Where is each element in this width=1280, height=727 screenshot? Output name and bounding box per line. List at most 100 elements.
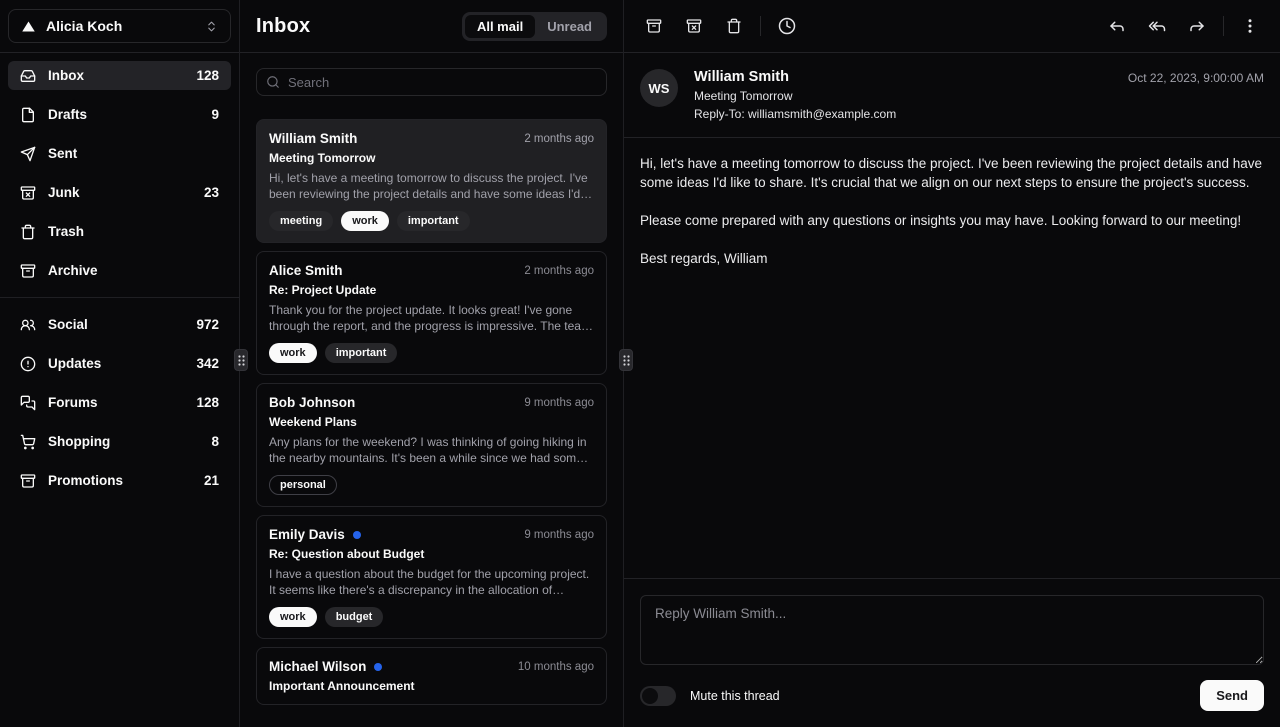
grip-icon (623, 355, 630, 366)
email-item-header: Bob Johnson9 months ago (269, 395, 594, 410)
sidebar-item-label: Social (48, 317, 88, 332)
sidebar-nav-divider (0, 297, 239, 298)
unread-dot (374, 663, 382, 671)
sidebar-item-label: Sent (48, 146, 77, 161)
email-timestamp: 2 months ago (524, 265, 594, 277)
sidebar-item-label: Shopping (48, 434, 110, 449)
toolbar-divider (760, 16, 761, 36)
email-subject: Re: Project Update (269, 283, 594, 297)
sidebar-item-label: Updates (48, 356, 101, 371)
sidebar-item-label: Promotions (48, 473, 123, 488)
send-button[interactable]: Send (1200, 680, 1264, 711)
tab-all-mail[interactable]: All mail (465, 15, 535, 38)
sidebar-item-trash[interactable]: Trash (8, 217, 231, 246)
move-to-trash-button[interactable] (717, 9, 751, 43)
email-item-header: William Smith 2 months ago (269, 131, 594, 146)
tag-badge-work[interactable]: work (269, 607, 317, 627)
tag-badge-important[interactable]: important (325, 343, 398, 363)
email-item-header: Alice Smith 2 months ago (269, 263, 594, 278)
messages-icon (20, 395, 36, 411)
sidebar-item-junk[interactable]: Junk23 (8, 178, 231, 207)
email-timestamp: 2 months ago (524, 133, 594, 145)
reply-button[interactable] (1100, 9, 1134, 43)
email-sender-name: William Smith (269, 131, 357, 146)
email-list-pane: Inbox All mail Unread William Smith 2 mon… (240, 0, 624, 727)
more-vertical-icon (1241, 17, 1259, 35)
archive-button[interactable] (637, 9, 671, 43)
sender-name: William Smith (694, 69, 896, 85)
sidebar-item-archive[interactable]: Archive (8, 256, 231, 285)
reply-to-address: Reply-To: williamsmith@example.com (694, 107, 896, 121)
reply-all-button[interactable] (1140, 9, 1174, 43)
sidebar-item-count: 9 (211, 107, 219, 122)
chevrons-up-down-icon (205, 20, 218, 33)
sidebar-item-social[interactable]: Social 972 (8, 310, 231, 339)
more-options-button[interactable] (1233, 9, 1267, 43)
email-list-item[interactable]: Emily Davis9 months agoRe: Question abou… (256, 515, 607, 639)
grip-icon (238, 355, 245, 366)
trash-icon (726, 18, 742, 34)
email-preview: Thank you for the project update. It loo… (269, 303, 594, 334)
snooze-button[interactable] (770, 9, 804, 43)
unread-dot (353, 531, 361, 539)
avatar: WS (640, 69, 678, 107)
tag-badge-work[interactable]: work (269, 343, 317, 363)
list-resize-handle[interactable] (619, 349, 633, 371)
tag-badge-meeting[interactable]: meeting (269, 211, 333, 231)
body-paragraph: Hi, let's have a meeting tomorrow to dis… (640, 154, 1264, 192)
inbox-icon (20, 68, 36, 84)
account-switcher[interactable]: Alicia Koch (8, 9, 231, 43)
sidebar-item-count: 128 (196, 68, 219, 83)
reply-textarea[interactable] (640, 595, 1264, 665)
file-icon (20, 107, 36, 123)
email-subject: Re: Question about Budget (269, 547, 594, 561)
email-preview: Hi, let's have a meeting tomorrow to dis… (269, 171, 594, 202)
mail-filter-tabs: All mail Unread (462, 12, 607, 41)
forward-icon (1188, 17, 1206, 35)
email-tags: work budget (269, 607, 594, 627)
detail-toolbar (624, 0, 1280, 52)
email-list: William Smith2 months agoMeeting Tomorro… (240, 105, 623, 727)
sidebar-item-sent[interactable]: Sent (8, 139, 231, 168)
switch-knob (642, 688, 658, 704)
search-box (256, 68, 607, 96)
toolbar-divider (1223, 16, 1224, 36)
sidebar: Alicia Koch Inbox128 Drafts9 Sent Junk23 Tra… (0, 0, 240, 727)
sidebar-item-updates[interactable]: Updates 342 (8, 349, 231, 378)
email-list-item[interactable]: William Smith2 months agoMeeting Tomorro… (256, 119, 607, 243)
email-sender-name: Emily Davis (269, 527, 345, 542)
page-title: Inbox (256, 15, 310, 38)
sidebar-item-forums[interactable]: Forums128 (8, 388, 231, 417)
sidebar-item-drafts[interactable]: Drafts9 (8, 100, 231, 129)
tag-badge-important[interactable]: important (397, 211, 470, 231)
sidebar-item-count: 342 (196, 356, 219, 371)
email-list-item[interactable]: Alice Smith 2 months ago Re: Project Updat… (256, 251, 607, 375)
email-sender-name: Alice Smith (269, 263, 343, 278)
reply-all-icon (1148, 17, 1166, 35)
move-to-junk-button[interactable] (677, 9, 711, 43)
tab-unread[interactable]: Unread (535, 15, 604, 38)
sidebar-item-promotions[interactable]: Promotions21 (8, 466, 231, 495)
archive-x-icon (686, 18, 702, 34)
sidebar-item-inbox[interactable]: Inbox128 (8, 61, 231, 90)
email-preview: Any plans for the weekend? I was thinkin… (269, 435, 594, 466)
sidebar-resize-handle[interactable] (234, 349, 248, 371)
forward-button[interactable] (1180, 9, 1214, 43)
clock-icon (778, 17, 796, 35)
mute-thread-switch[interactable] (640, 686, 676, 706)
email-preview: I have a question about the budget for t… (269, 567, 594, 598)
search-input[interactable] (288, 75, 597, 90)
message-body: Hi, let's have a meeting tomorrow to dis… (624, 138, 1280, 578)
sidebar-nav-secondary: Social 972 Updates 342 Forums128 Shopping8 Pro… (0, 302, 239, 503)
email-timestamp: 10 months ago (518, 661, 594, 673)
email-list-item[interactable]: Bob Johnson9 months agoWeekend PlansAny … (256, 383, 607, 507)
sidebar-nav-primary: Inbox128 Drafts9 Sent Junk23 Trash Archive (0, 53, 239, 293)
sidebar-item-shopping[interactable]: Shopping8 (8, 427, 231, 456)
tag-badge-budget[interactable]: budget (325, 607, 384, 627)
sidebar-item-count: 972 (196, 317, 219, 332)
tag-badge-personal[interactable]: personal (269, 475, 337, 495)
tag-badge-work[interactable]: work (341, 211, 389, 231)
archive-icon (20, 473, 36, 489)
mute-thread-label: Mute this thread (690, 689, 780, 703)
email-list-item[interactable]: Michael Wilson10 months agoImportant Ann… (256, 647, 607, 705)
